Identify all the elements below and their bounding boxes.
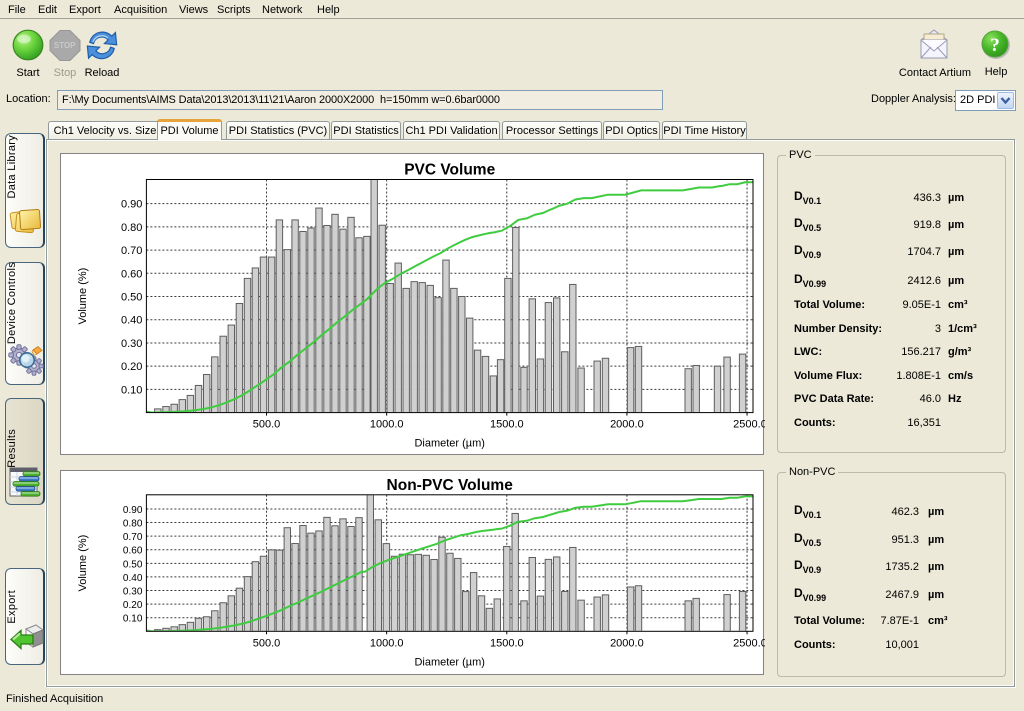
svg-text:0.80: 0.80	[123, 519, 143, 530]
svg-text:0.50: 0.50	[123, 559, 143, 570]
svg-text:0.50: 0.50	[121, 292, 142, 304]
svg-text:?: ?	[990, 35, 1000, 56]
svg-text:Volume (%): Volume (%)	[77, 535, 89, 592]
svg-text:0.60: 0.60	[123, 546, 143, 557]
svg-text:0.20: 0.20	[121, 361, 142, 373]
svg-text:500.0: 500.0	[253, 419, 281, 431]
svg-text:1000.0: 1000.0	[370, 419, 404, 431]
svg-text:1500.0: 1500.0	[490, 419, 524, 431]
svg-text:0.40: 0.40	[123, 573, 143, 584]
svg-text:0.10: 0.10	[121, 384, 142, 396]
svg-text:0.30: 0.30	[123, 587, 143, 598]
svg-text:0.80: 0.80	[121, 222, 142, 234]
svg-text:0.10: 0.10	[123, 614, 143, 625]
svg-text:500.0: 500.0	[253, 637, 281, 649]
svg-text:Diameter (µm): Diameter (µm)	[414, 656, 485, 668]
svg-text:PVC Volume: PVC Volume	[404, 162, 495, 179]
svg-text:0.40: 0.40	[121, 315, 142, 327]
svg-text:0.90: 0.90	[123, 505, 143, 516]
svg-text:2500.0: 2500.0	[733, 419, 765, 431]
svg-text:0.70: 0.70	[123, 532, 143, 543]
svg-text:0.60: 0.60	[121, 268, 142, 280]
svg-text:2000.0: 2000.0	[610, 419, 644, 431]
svg-text:2500.0: 2500.0	[733, 637, 765, 649]
svg-text:STOP: STOP	[54, 41, 76, 50]
svg-text:2000.0: 2000.0	[610, 637, 644, 649]
svg-text:0.20: 0.20	[123, 600, 143, 611]
svg-text:Non-PVC Volume: Non-PVC Volume	[387, 477, 514, 494]
svg-text:0.70: 0.70	[121, 245, 142, 257]
svg-text:0.30: 0.30	[121, 338, 142, 350]
svg-text:0.90: 0.90	[121, 199, 142, 211]
svg-text:1000.0: 1000.0	[370, 637, 404, 649]
svg-text:Diameter (µm): Diameter (µm)	[414, 438, 485, 450]
svg-text:Volume (%): Volume (%)	[77, 268, 89, 325]
svg-text:1500.0: 1500.0	[490, 637, 524, 649]
